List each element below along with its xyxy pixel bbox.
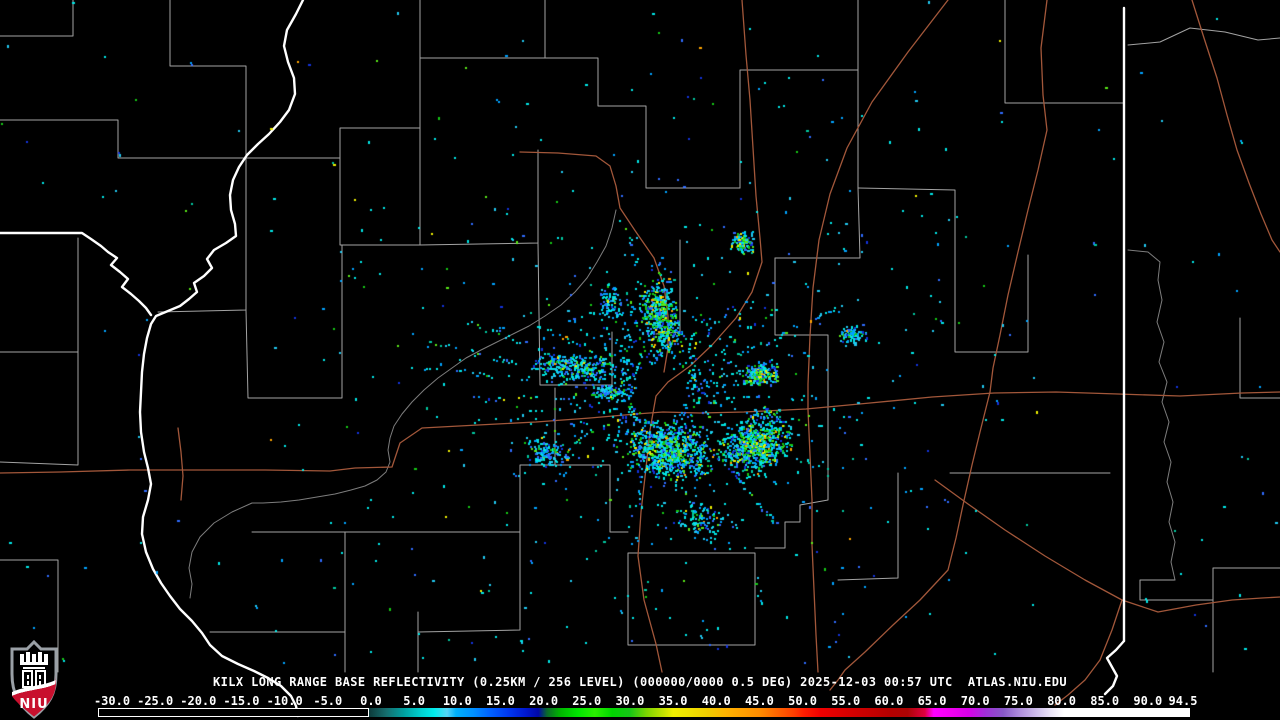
scale-tick-label: -10.0 (266, 694, 303, 708)
scale-tick-label: 70.0 (960, 694, 990, 708)
scale-tick-label: -30.0 (93, 694, 131, 708)
logo-text: NIU (19, 697, 48, 712)
scale-tick-label: 5.0 (403, 694, 425, 708)
scale-tick-label: 85.0 (1090, 694, 1120, 708)
scale-tick-label: 20.0 (529, 694, 559, 708)
color-scale-bar (98, 708, 1190, 717)
color-scale-outline-segment (98, 708, 369, 717)
scale-tick-label: 60.0 (874, 694, 904, 708)
scale-tick-label: -20.0 (180, 694, 217, 708)
scale-tick-label: 10.0 (442, 694, 472, 708)
product-caption: KILX LONG RANGE BASE REFLECTIVITY (0.25K… (213, 675, 1067, 689)
reflectivity-echo-layer (0, 0, 1280, 720)
scale-tick-label: 40.0 (701, 694, 731, 708)
scale-tick-label: 15.0 (485, 694, 515, 708)
scale-tick-label: 30.0 (615, 694, 645, 708)
scale-tick-label: -15.0 (223, 694, 260, 708)
niu-logo: NIU (10, 640, 58, 719)
scale-tick-label: 65.0 (917, 694, 947, 708)
scale-tick-label: 94.5 (1168, 694, 1198, 708)
radar-viewer: KILX LONG RANGE BASE REFLECTIVITY (0.25K… (0, 0, 1280, 720)
scale-tick-label: 35.0 (658, 694, 688, 708)
scale-tick-label: 90.0 (1133, 694, 1163, 708)
scale-tick-label: 50.0 (788, 694, 817, 708)
scale-tick-label: 80.0 (1047, 694, 1076, 708)
scale-tick-label: 75.0 (1003, 694, 1033, 708)
scale-tick-label: 0.0 (360, 694, 382, 708)
scale-tick-label: -25.0 (137, 694, 174, 708)
scale-tick-label: -5.0 (313, 694, 343, 708)
scale-tick-label: 45.0 (744, 694, 774, 708)
scale-tick-label: 55.0 (831, 694, 861, 708)
scale-tick-label: 25.0 (572, 694, 602, 708)
color-scale-labels: -30.0 -25.0 -20.0 -15.0 -10.0 -5.0 0.0 5.0 10.0 1… (0, 694, 1280, 708)
color-scale-gradient-segment (369, 708, 1190, 717)
